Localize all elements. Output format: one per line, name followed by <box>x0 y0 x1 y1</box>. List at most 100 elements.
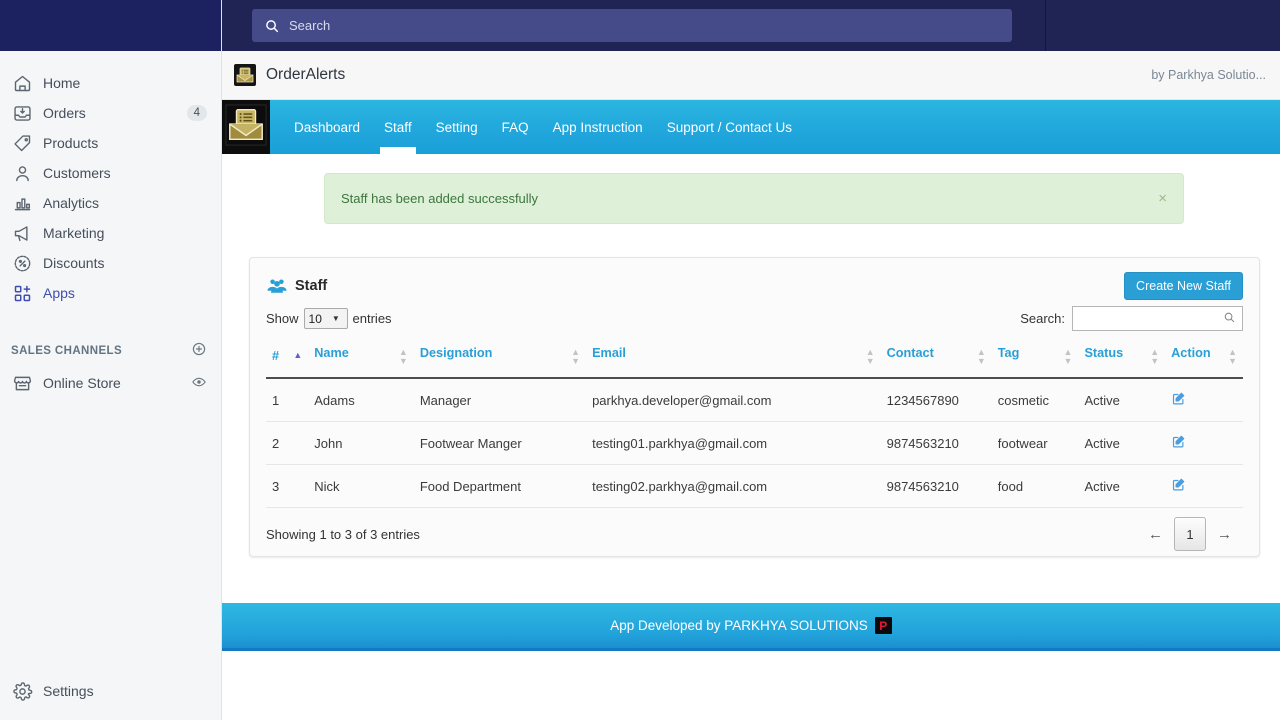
global-search-input[interactable]: Search <box>252 9 1012 42</box>
column-header-status[interactable]: Status ▲ ▼ <box>1078 342 1166 379</box>
sidebar-nav-list: Home Orders 4 Products Customers Analyti… <box>0 51 221 308</box>
tab-dashboard[interactable]: Dashboard <box>282 100 372 154</box>
tab-label: Setting <box>435 119 478 135</box>
sidebar-item-label: Apps <box>43 285 75 301</box>
topbar: Search <box>222 0 1280 51</box>
show-label: Show <box>266 311 299 326</box>
cell-tag: cosmetic <box>991 378 1079 422</box>
app-header: OrderAlerts by Parkhya Solutio... <box>222 51 1280 100</box>
navbar-brand-logo[interactable] <box>222 100 270 154</box>
pagination-page-1[interactable]: 1 <box>1174 517 1206 551</box>
sort-icon: ▲ ▼ <box>1228 347 1237 366</box>
footer-logo-letter: P <box>879 618 888 633</box>
staff-search-input[interactable] <box>1072 306 1243 331</box>
edit-pencil-icon[interactable] <box>1171 391 1186 406</box>
tab-setting[interactable]: Setting <box>424 100 490 154</box>
sidebar-item-marketing[interactable]: Marketing <box>0 218 221 248</box>
cell-email: parkhya.developer@gmail.com <box>586 378 881 422</box>
tab-label: Dashboard <box>294 119 361 135</box>
tab-app-instruction[interactable]: App Instruction <box>541 100 655 154</box>
sidebar-item-orders[interactable]: Orders 4 <box>0 98 221 128</box>
sidebar-item-settings[interactable]: Settings <box>0 676 222 706</box>
plus-circle-icon[interactable] <box>191 341 207 362</box>
page-length-select[interactable]: 10 ▼ <box>303 308 348 329</box>
table-header-row: # ▲ Name ▲ ▼ Designation ▲ ▼ Email ▲ ▼ C… <box>266 342 1243 379</box>
gear-icon <box>10 679 34 703</box>
people-group-icon <box>266 275 288 297</box>
sidebar-item-label: Online Store <box>43 375 121 391</box>
table-row: 3 Nick Food Department testing02.parkhya… <box>266 464 1243 508</box>
cell-number: 2 <box>266 421 309 465</box>
cell-action <box>1165 378 1243 422</box>
sidebar-item-products[interactable]: Products <box>0 128 221 158</box>
edit-pencil-icon[interactable] <box>1171 477 1186 492</box>
navbar-tabs: Dashboard Staff Setting FAQ App Instruct… <box>270 100 804 154</box>
cell-name: John <box>308 421 414 465</box>
staff-card: Staff Create New Staff Show 10 ▼ entries… <box>249 257 1260 557</box>
column-header-email[interactable]: Email ▲ ▼ <box>586 342 881 379</box>
column-header-tag[interactable]: Tag ▲ ▼ <box>991 342 1079 379</box>
cell-action <box>1165 464 1243 508</box>
column-label: Email <box>592 346 626 360</box>
orderalerts-envelope-icon <box>234 64 256 86</box>
column-header-action[interactable]: Action ▲ ▼ <box>1165 342 1243 379</box>
tab-staff[interactable]: Staff <box>372 100 424 154</box>
sidebar-item-label: Settings <box>43 683 94 699</box>
sidebar-item-apps[interactable]: Apps <box>0 278 221 308</box>
sort-icon: ▲ ▼ <box>976 347 986 366</box>
column-label: Action <box>1171 346 1211 360</box>
column-header-contact[interactable]: Contact ▲ ▼ <box>880 342 992 379</box>
sidebar-item-home[interactable]: Home <box>0 68 221 98</box>
edit-pencil-icon[interactable] <box>1171 434 1186 449</box>
home-icon <box>10 71 34 95</box>
cell-number: 3 <box>266 464 309 508</box>
search-label: Search: <box>1020 311 1065 326</box>
sidebar: Home Orders 4 Products Customers Analyti… <box>0 0 222 720</box>
entries-label: entries <box>352 311 392 326</box>
app-navbar: Dashboard Staff Setting FAQ App Instruct… <box>222 100 1280 154</box>
cell-tag: footwear <box>991 421 1079 465</box>
products-tag-icon <box>10 131 34 155</box>
column-header-number[interactable]: # ▲ <box>266 342 309 379</box>
sidebar-item-label: Customers <box>43 165 111 181</box>
tab-faq[interactable]: FAQ <box>490 100 541 154</box>
column-header-name[interactable]: Name ▲ ▼ <box>308 342 414 379</box>
cell-status: Active <box>1078 464 1166 508</box>
tab-label: Support / Contact Us <box>666 119 792 135</box>
sidebar-item-label: Marketing <box>43 225 105 241</box>
sidebar-item-discounts[interactable]: Discounts <box>0 248 221 278</box>
staff-table: # ▲ Name ▲ ▼ Designation ▲ ▼ Email ▲ ▼ C… <box>266 342 1243 508</box>
sidebar-item-customers[interactable]: Customers <box>0 158 221 188</box>
footer-text: App Developed by PARKHYA SOLUTIONS <box>610 618 868 633</box>
sidebar-item-online-store[interactable]: Online Store <box>0 368 221 398</box>
cell-action <box>1165 421 1243 465</box>
sort-icon: ▲ ▼ <box>1063 347 1073 366</box>
tab-support-contact-us[interactable]: Support / Contact Us <box>655 100 804 154</box>
arrow-right-icon[interactable]: → <box>1206 527 1243 542</box>
customers-icon <box>10 161 34 185</box>
sidebar-section-title: SALES CHANNELS <box>11 345 123 357</box>
column-header-designation[interactable]: Designation ▲ ▼ <box>413 342 587 379</box>
apps-grid-plus-icon <box>10 281 34 305</box>
sidebar-item-analytics[interactable]: Analytics <box>0 188 221 218</box>
pagination: ← 1 → <box>1137 517 1243 551</box>
sidebar-section-sales-channels: SALES CHANNELS <box>0 340 221 362</box>
eye-icon[interactable] <box>191 374 207 393</box>
arrow-left-icon[interactable]: ← <box>1137 527 1174 542</box>
staff-card-title: Staff <box>295 278 328 294</box>
storefront-icon <box>10 371 34 395</box>
analytics-bars-icon <box>10 191 34 215</box>
create-new-staff-button[interactable]: Create New Staff <box>1124 271 1243 301</box>
app-footer: App Developed by PARKHYA SOLUTIONS P <box>222 603 1280 651</box>
sidebar-item-label: Analytics <box>43 195 100 211</box>
orders-count-badge: 4 <box>186 104 207 122</box>
column-label: Tag <box>997 346 1020 360</box>
staff-table-head: # ▲ Name ▲ ▼ Designation ▲ ▼ Email ▲ ▼ C… <box>266 342 1243 379</box>
column-label: Status <box>1084 346 1124 360</box>
close-icon[interactable]: × <box>1158 191 1167 206</box>
sort-icon: ▲ ▼ <box>571 347 581 366</box>
marketing-megaphone-icon <box>10 221 34 245</box>
cell-name: Nick <box>308 464 414 508</box>
cell-email: testing02.parkhya@gmail.com <box>586 464 881 508</box>
tab-label: App Instruction <box>552 119 643 135</box>
